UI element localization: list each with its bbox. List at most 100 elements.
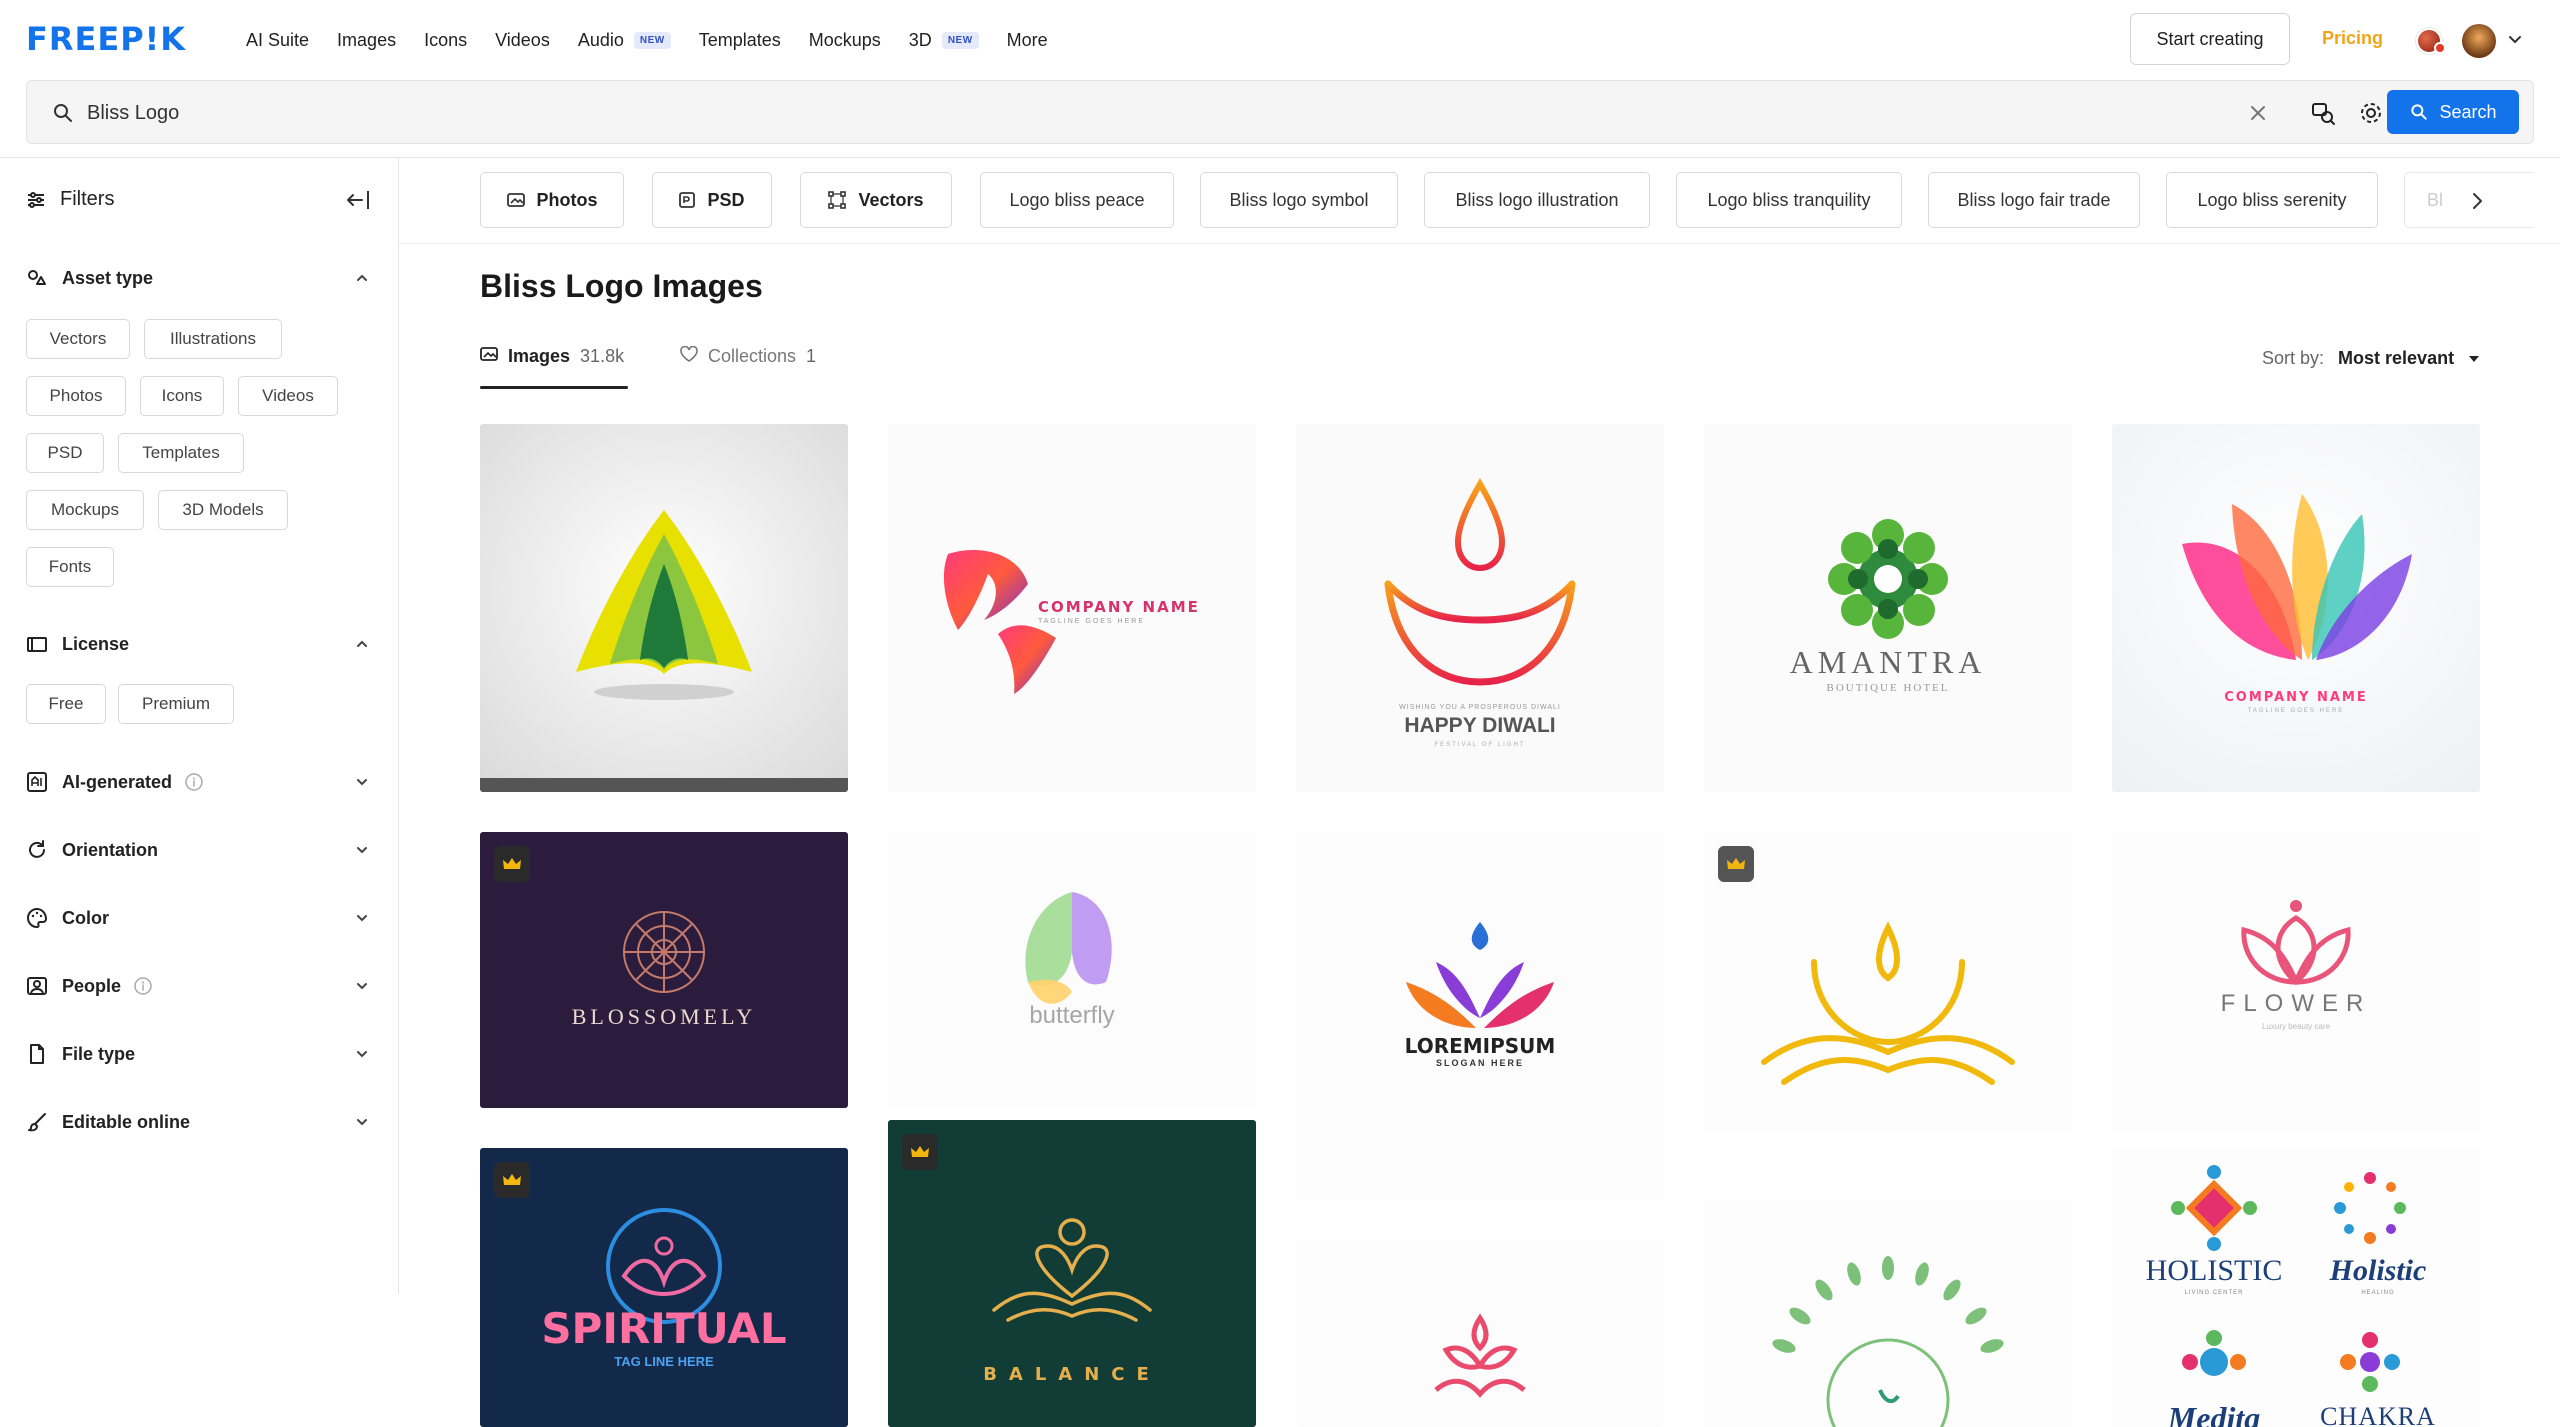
nav-audio[interactable]: Audio NEW: [578, 30, 671, 51]
nav-more[interactable]: More: [1007, 30, 1048, 51]
info-icon[interactable]: [184, 772, 204, 792]
tab-count: 31.8k: [580, 346, 625, 366]
loremipsum-text: LOREMIPSUM: [1404, 1034, 1556, 1058]
chip-illustrations[interactable]: Illustrations: [144, 319, 282, 359]
page-title: Bliss Logo Images: [480, 268, 763, 304]
chip-free[interactable]: Free: [26, 684, 106, 724]
tag-bliss-logo-illustration[interactable]: Bliss logo illustration: [1424, 172, 1650, 228]
chip-videos[interactable]: Videos: [238, 376, 338, 416]
shapes-icon: [28, 270, 46, 285]
filters-title: Filters: [60, 188, 115, 210]
green-wreath-logo: [1772, 1256, 2004, 1427]
people-section[interactable]: People: [26, 970, 372, 1002]
tag-bliss-logo-symbol[interactable]: Bliss logo symbol: [1200, 172, 1398, 228]
chip-fonts[interactable]: Fonts: [26, 547, 114, 587]
tab-images[interactable]: Images 31.8k: [480, 346, 624, 390]
search-icon: [54, 104, 72, 122]
chip-templates[interactable]: Templates: [118, 433, 244, 473]
collapse-sidebar-icon[interactable]: [344, 188, 372, 212]
start-creating-button[interactable]: Start creating: [2130, 13, 2290, 65]
chip-icons[interactable]: Icons: [140, 376, 224, 416]
chip-photos[interactable]: Photos: [26, 376, 126, 416]
result-card[interactable]: COMPANY NAME TAGLINE GOES HERE: [888, 424, 1256, 792]
chip-3d-models[interactable]: 3D Models: [158, 490, 288, 530]
chip-psd[interactable]: PSD: [26, 433, 104, 473]
tag-psd[interactable]: PSD: [652, 172, 772, 228]
asset-type-section[interactable]: Asset type: [26, 262, 372, 294]
result-card[interactable]: HOLISTIC LIVING CENTER Holistic HEALING …: [2112, 1150, 2480, 1427]
search-button[interactable]: Search: [2387, 90, 2519, 134]
result-card[interactable]: [1704, 1200, 2072, 1427]
nav-templates[interactable]: Templates: [699, 30, 781, 51]
result-card[interactable]: AMANTRA BOUTIQUE HOTEL: [1704, 424, 2072, 792]
visual-search-icon[interactable]: [2309, 99, 2337, 127]
nav-label: Images: [337, 29, 397, 50]
nav-mockups[interactable]: Mockups: [809, 30, 881, 51]
divider: [399, 243, 2560, 244]
chip-premium[interactable]: Premium: [118, 684, 234, 724]
holistic-logos: [2171, 1165, 2406, 1392]
color-section[interactable]: Color: [26, 902, 372, 934]
sort-dropdown[interactable]: Sort by: Most relevant: [2262, 348, 2480, 369]
sort-label: Sort by:: [2262, 348, 2325, 368]
tag-logo-bliss-peace[interactable]: Logo bliss peace: [980, 172, 1174, 228]
result-card[interactable]: [1704, 832, 2072, 1132]
flower-lotus-logo: [2241, 900, 2351, 986]
freepik-logo[interactable]: FREEP!K: [26, 20, 186, 58]
tab-collections[interactable]: Collections 1: [680, 346, 816, 390]
tag-logo-bliss-tranquility[interactable]: Logo bliss tranquility: [1676, 172, 1902, 228]
nav-3d[interactable]: 3D NEW: [909, 30, 979, 51]
nav-icons[interactable]: Icons: [424, 30, 467, 51]
ai-icon: [27, 772, 47, 792]
result-card[interactable]: butterfly: [888, 832, 1256, 1108]
nav-ai-suite[interactable]: AI Suite: [246, 30, 309, 51]
search-bar: Search: [26, 80, 2534, 144]
result-card[interactable]: COMPANY NAME TAGLINE GOES HERE: [2112, 424, 2480, 792]
result-card[interactable]: WISHING YOU A PROSPEROUS DIWALI HAPPY DI…: [1296, 424, 1664, 792]
golden-yoga-logo: [1761, 921, 2015, 1085]
result-card[interactable]: BLOSSOMELY: [480, 832, 848, 1108]
result-card[interactable]: [480, 424, 848, 792]
tag-label: PSD: [707, 189, 745, 210]
tag-bliss-logo-fair-trade[interactable]: Bliss logo fair trade: [1928, 172, 2140, 228]
nav-images[interactable]: Images: [337, 30, 396, 51]
tag-logo-bliss-serenity[interactable]: Logo bliss serenity: [2166, 172, 2378, 228]
nav-label: More: [1006, 29, 1048, 50]
ai-generated-section[interactable]: AI-generated: [26, 766, 372, 798]
section-label: Editable online: [62, 1111, 191, 1132]
chevron-right-icon[interactable]: [2464, 188, 2490, 214]
file-type-section[interactable]: File type: [26, 1038, 372, 1070]
sort-value: Most relevant: [2338, 348, 2455, 368]
psd-icon: [679, 192, 696, 208]
pricing-link[interactable]: Pricing: [2322, 28, 2383, 49]
editable-online-section[interactable]: Editable online: [26, 1106, 372, 1138]
heart-icon: [680, 346, 698, 362]
info-icon[interactable]: [133, 976, 153, 996]
tag-photos[interactable]: Photos: [480, 172, 624, 228]
search-input[interactable]: [87, 93, 2187, 133]
chevron-down-icon[interactable]: [2505, 30, 2525, 50]
chip-vectors[interactable]: Vectors: [26, 319, 130, 359]
people-icon: [27, 977, 47, 995]
orientation-section[interactable]: Orientation: [26, 834, 372, 866]
nav-videos[interactable]: Videos: [495, 30, 550, 51]
mandala-logo: [623, 911, 705, 993]
amantra-text: AMANTRA: [1789, 644, 1987, 680]
spiritual-lotus-logo: [606, 1208, 722, 1324]
company-name-text: COMPANY NAME: [1038, 598, 1200, 616]
chip-mockups[interactable]: Mockups: [26, 490, 144, 530]
sliders-icon: [28, 191, 44, 208]
gear-icon[interactable]: [2357, 99, 2385, 127]
user-avatar[interactable]: [2462, 24, 2496, 58]
spiritual-text: SPIRITUAL: [541, 1304, 787, 1353]
result-card[interactable]: BALANCE: [888, 1120, 1256, 1427]
result-card[interactable]: LOREMIPSUM SLOGAN HERE: [1296, 832, 1664, 1200]
result-card[interactable]: FLOWER Luxury beauty care: [2112, 832, 2480, 1132]
result-card[interactable]: SPIRITUAL TAG LINE HERE: [480, 1148, 848, 1427]
license-section[interactable]: License: [26, 628, 372, 660]
chevron-down-icon: [357, 915, 367, 922]
result-card[interactable]: [1296, 1240, 1664, 1427]
sidebar-divider: [398, 158, 399, 1294]
tag-vectors[interactable]: Vectors: [800, 172, 952, 228]
close-icon[interactable]: [2245, 100, 2271, 126]
